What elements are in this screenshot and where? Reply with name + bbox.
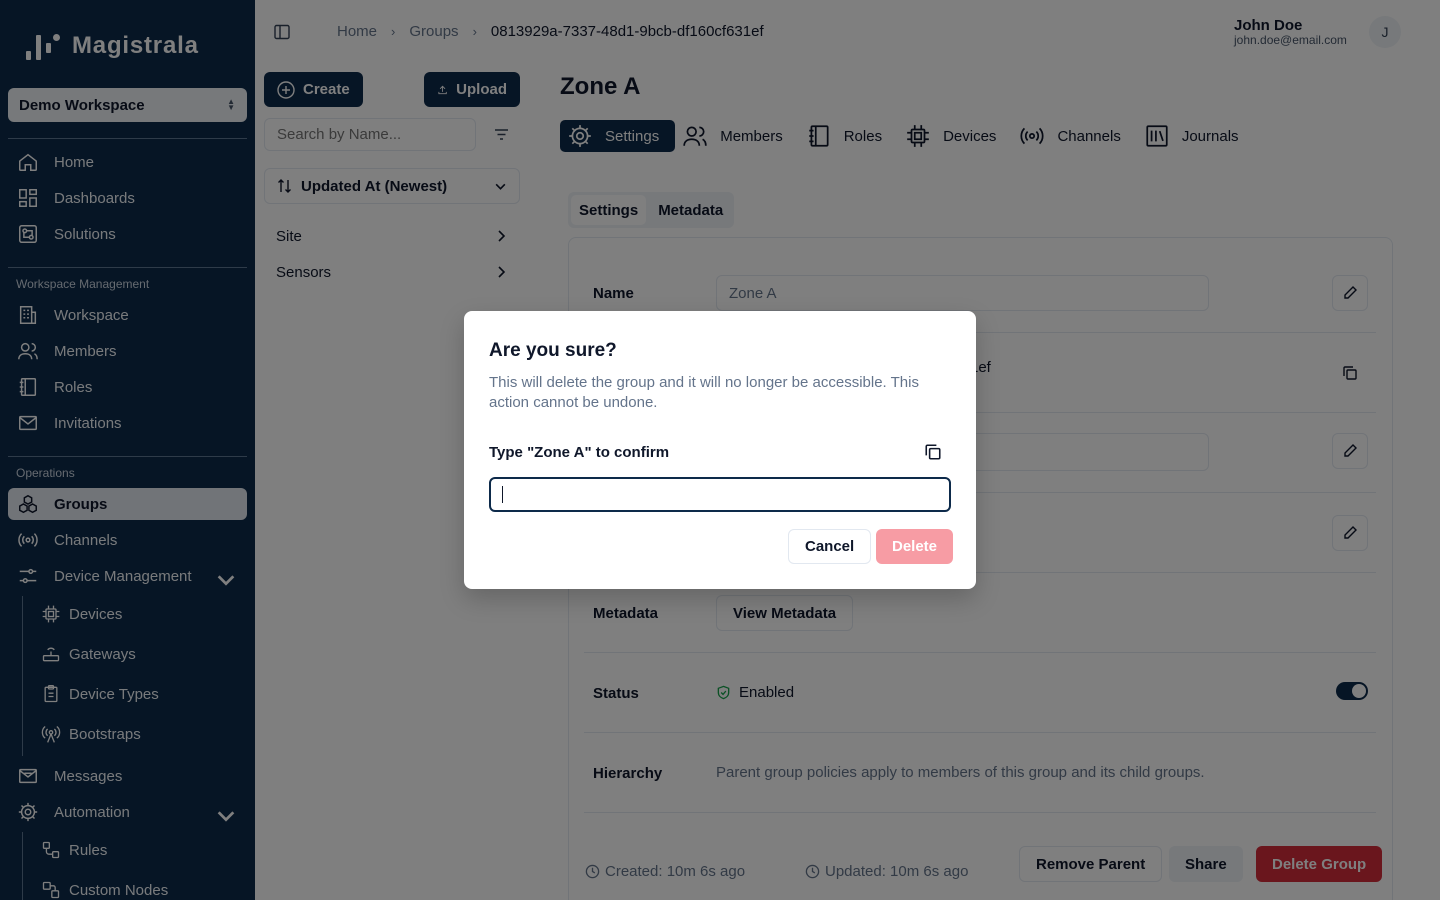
delete-button[interactable]: Delete [876, 529, 954, 564]
dialog-description: This will delete the group and it will n… [489, 374, 919, 411]
text-cursor [502, 486, 503, 503]
confirm-input[interactable] [489, 477, 951, 512]
dialog-title: Are you sure? [489, 340, 617, 361]
delete-confirm-dialog: Are you sure? This will delete the group… [464, 311, 976, 589]
copy-icon[interactable] [924, 443, 942, 461]
confirm-label: Type "Zone A" to confirm [489, 444, 670, 461]
cancel-button[interactable]: Cancel [788, 529, 872, 564]
